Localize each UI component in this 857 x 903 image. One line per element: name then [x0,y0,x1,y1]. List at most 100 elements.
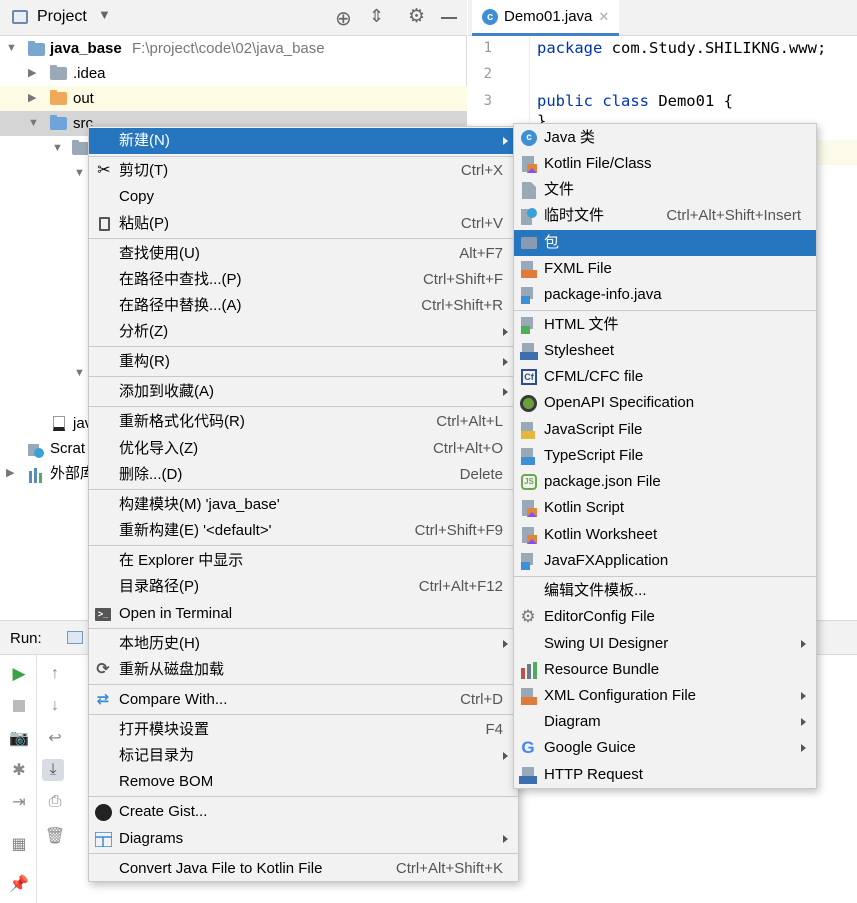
locate-icon[interactable]: ⊕ [335,6,352,31]
tab-demo01[interactable]: c Demo01.java ✕ [472,0,620,36]
submenu-item-kotlin-file[interactable]: Kotlin File/Class [514,151,816,177]
collapse-all-icon[interactable]: ⇕ [369,6,384,27]
submenu-item-editorconfig[interactable]: ⚙ EditorConfig File [514,604,816,630]
menu-item-compare-with[interactable]: ⇄ Compare With... Ctrl+D [89,687,518,713]
menu-item-show-in-explorer[interactable]: 在 Explorer 中显示 [89,548,518,574]
submenu-item-http-request[interactable]: HTTP Request [514,762,816,788]
login-icon[interactable]: ⇥ [8,791,30,813]
menu-item-directory-path[interactable]: 目录路径(P) Ctrl+Alt+F12 [89,574,518,600]
menu-item-shortcut: Ctrl+Alt+Shift+K [395,860,503,877]
soft-wrap-icon[interactable]: ↩ [44,727,66,749]
menu-item-label: Remove BOM [119,773,214,790]
submenu-item-xml-configuration[interactable]: XML Configuration File [514,683,816,709]
menu-separator [514,310,816,311]
submenu-item-html-file[interactable]: HTML 文件 [514,312,816,338]
scroll-to-end-icon[interactable]: ⤓ [42,759,64,781]
resource-bundle-icon [520,661,538,679]
package-folder-icon [72,140,89,155]
module-folder-icon [28,41,45,56]
menu-item-label: 分析(Z) [119,323,169,340]
print-icon[interactable]: ⎙ [44,791,66,813]
menu-item-label: 重新构建(E) '<default>' [119,522,272,539]
expand-arrow-icon[interactable]: ▼ [74,361,86,386]
submenu-item-scratch-file[interactable]: 临时文件 Ctrl+Alt+Shift+Insert [514,203,816,229]
code-line-3[interactable]: public class Demo01 { [537,92,733,110]
submenu-item-package-json[interactable]: JS package.json File [514,469,816,495]
submenu-item-file[interactable]: 文件 [514,177,816,203]
menu-item-create-gist[interactable]: Create Gist... [89,799,518,825]
submenu-item-diagram[interactable]: Diagram [514,709,816,735]
menu-item-copy[interactable]: Copy [89,184,518,210]
menu-item-mark-directory-as[interactable]: 标记目录为 [89,743,518,769]
tree-row-java-base[interactable]: ▼ java_base F:\project\code\02\java_base [0,36,467,61]
arrow-up-icon[interactable]: ↑ [44,663,66,685]
menu-item-paste[interactable]: 粘贴(P) Ctrl+V [89,211,518,237]
menu-item-refactor[interactable]: 重构(R) [89,349,518,375]
menu-item-optimize-imports[interactable]: 优化导入(Z) Ctrl+Alt+O [89,436,518,462]
submenu-item-kotlin-worksheet[interactable]: Kotlin Worksheet [514,522,816,548]
collapse-arrow-icon[interactable]: ▶ [6,461,18,486]
arrow-down-icon[interactable]: ↓ [44,695,66,717]
menu-item-module-settings[interactable]: 打开模块设置 F4 [89,717,518,743]
gear-icon[interactable]: ⚙ [408,5,425,28]
expand-arrow-icon[interactable]: ▼ [6,36,18,61]
menu-item-label: Kotlin Worksheet [544,526,658,543]
collapse-arrow-icon[interactable]: ▶ [28,61,40,86]
submenu-item-fxml-file[interactable]: FXML File [514,256,816,282]
submenu-item-kotlin-script[interactable]: Kotlin Script [514,495,816,521]
menu-item-replace-in-path[interactable]: 在路径中替换...(A) Ctrl+Shift+R [89,293,518,319]
menu-item-add-to-favorites[interactable]: 添加到收藏(A) [89,379,518,405]
submenu-item-javascript[interactable]: JavaScript File [514,417,816,443]
run-icon[interactable]: ▶ [8,663,30,685]
pin-icon[interactable]: 📌 [8,873,30,895]
menu-item-cut[interactable]: ✂ 剪切(T) Ctrl+X [89,158,518,184]
project-view-icon [12,10,28,24]
submenu-item-google-guice[interactable]: G Google Guice [514,735,816,761]
menu-item-remove-bom[interactable]: Remove BOM [89,769,518,795]
run-config-icon[interactable] [67,631,83,644]
menu-item-reload-from-disk[interactable]: ⟳ 重新从磁盘加载 [89,657,518,683]
menu-item-local-history[interactable]: 本地历史(H) [89,631,518,657]
menu-item-reformat-code[interactable]: 重新格式化代码(R) Ctrl+Alt+L [89,409,518,435]
submenu-item-cfml[interactable]: Cf CFML/CFC file [514,364,816,390]
menu-item-analyze[interactable]: 分析(Z) [89,319,518,345]
menu-item-diagrams[interactable]: Diagrams [89,826,518,852]
submenu-item-typescript[interactable]: TypeScript File [514,443,816,469]
submenu-item-stylesheet[interactable]: Stylesheet [514,338,816,364]
expand-arrow-icon[interactable]: ▼ [74,161,86,186]
close-icon[interactable]: ✕ [598,9,609,25]
submenu-item-package-info[interactable]: package-info.java [514,282,816,308]
code-line-1[interactable]: package com.Study.SHILIKNG.www; [537,39,826,57]
project-title[interactable]: Project [37,8,87,26]
submenu-item-edit-templates[interactable]: 编辑文件模板... [514,578,816,604]
menu-item-label: Diagrams [119,830,184,847]
submenu-item-java-class[interactable]: c Java 类 [514,125,816,151]
minimize-icon[interactable] [441,17,457,19]
submenu-item-resource-bundle[interactable]: Resource Bundle [514,657,816,683]
menu-item-find-in-path[interactable]: 在路径中查找...(P) Ctrl+Shift+F [89,267,518,293]
menu-item-shortcut: Ctrl+V [460,215,503,232]
expand-arrow-icon[interactable]: ▼ [52,136,64,161]
tree-row-out[interactable]: ▶ out [0,86,467,111]
trash-icon[interactable]: 🗑 [44,825,66,847]
submenu-item-swing-ui-designer[interactable]: Swing UI Designer [514,631,816,657]
menu-item-convert-to-kotlin[interactable]: Convert Java File to Kotlin File Ctrl+Al… [89,856,518,882]
menu-item-new[interactable]: 新建(N) [89,128,518,154]
menu-item-open-in-terminal[interactable]: >_ Open in Terminal [89,601,518,627]
stop-icon[interactable] [8,695,30,717]
menu-item-build-module[interactable]: 构建模块(M) 'java_base' [89,492,518,518]
submenu-item-javafx[interactable]: JavaFXApplication [514,548,816,574]
layout-icon[interactable]: ▦ [8,833,30,855]
submenu-item-package[interactable]: 包 [514,230,816,256]
menu-item-find-usages[interactable]: 查找使用(U) Alt+F7 [89,241,518,267]
chevron-down-icon[interactable]: ▼ [98,7,111,22]
menu-item-rebuild[interactable]: 重新构建(E) '<default>' Ctrl+Shift+F9 [89,518,518,544]
collapse-arrow-icon[interactable]: ▶ [28,86,40,111]
camera-icon[interactable]: 📷 [8,727,30,749]
tree-row-idea[interactable]: ▶ .idea [0,61,467,86]
debug-icon[interactable]: ✱ [8,759,30,781]
menu-item-delete[interactable]: 删除...(D) Delete [89,462,518,488]
expand-arrow-icon[interactable]: ▼ [28,111,40,136]
submenu-item-openapi[interactable]: OpenAPI Specification [514,390,816,416]
menu-separator [89,156,518,157]
